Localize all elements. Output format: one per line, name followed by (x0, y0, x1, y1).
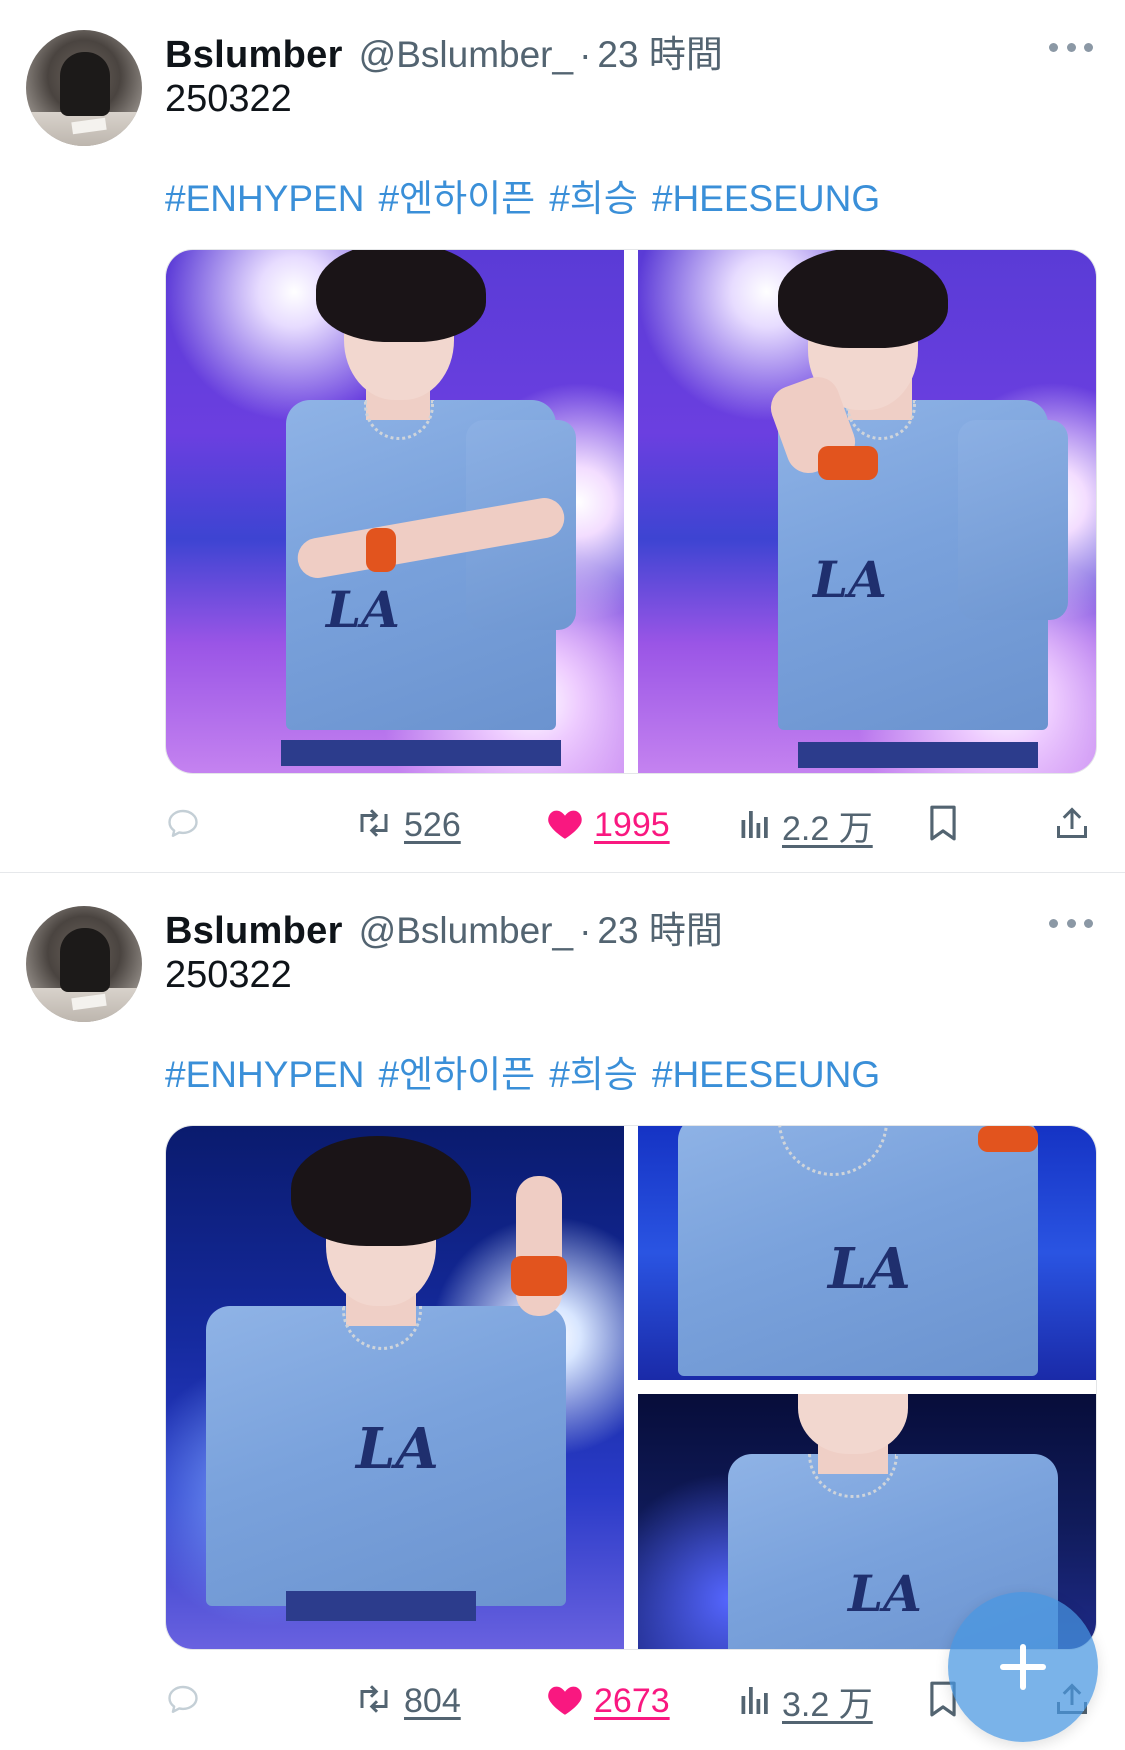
timestamp[interactable]: 23 時間 (597, 900, 722, 954)
retweet-count[interactable]: 804 (404, 1682, 461, 1721)
shirt-print: LA (326, 580, 400, 639)
timestamp[interactable]: 23 時間 (597, 24, 722, 78)
avatar[interactable] (26, 906, 142, 1022)
hashtag-link[interactable]: #ENHYPEN (165, 1052, 364, 1098)
tweet-text: 250322 (165, 78, 292, 120)
retweet-icon (354, 805, 394, 846)
header-separator: · (579, 34, 592, 75)
like-count[interactable]: 1995 (594, 806, 670, 845)
view-count[interactable]: 2.2 万 (782, 801, 873, 850)
timeline-feed: Bslumber @Bslumber_ · 23 時間 250322 #ENHY… (0, 0, 1125, 1750)
hashtag-link[interactable]: #ENHYPEN (165, 176, 364, 222)
tweet[interactable]: Bslumber @Bslumber_ · 23 時間 250322 #ENHY… (0, 876, 1125, 1750)
user-handle[interactable]: @Bslumber_ (359, 910, 573, 952)
more-icon[interactable] (1049, 916, 1093, 930)
tweet-actions: 526 1995 2.2 万 (165, 800, 1095, 850)
media-grid: LA LA (165, 249, 1097, 774)
tweet-header: Bslumber @Bslumber_ · 23 時間 (165, 900, 723, 952)
views-icon (738, 1681, 772, 1722)
bookmark-icon (927, 804, 959, 847)
header-separator: · (579, 910, 592, 951)
retweet-button[interactable]: 526 (354, 800, 461, 850)
tweet-photo[interactable]: LA (638, 1126, 1096, 1380)
like-button[interactable]: 2673 (546, 1676, 670, 1726)
compose-button[interactable] (948, 1592, 1098, 1742)
shirt-print: LA (356, 1416, 439, 1482)
hashtag-list: #ENHYPEN #엔하이픈 #희승 #HEESEUNG (165, 176, 880, 222)
tweet[interactable]: Bslumber @Bslumber_ · 23 時間 250322 #ENHY… (0, 0, 1125, 876)
shirt-print: LA (813, 550, 887, 609)
tweet-photo[interactable]: LA (166, 1126, 624, 1649)
hashtag-link[interactable]: #HEESEUNG (652, 176, 880, 222)
heart-icon (546, 805, 584, 846)
share-icon (1054, 804, 1090, 847)
hashtag-list: #ENHYPEN #엔하이픈 #희승 #HEESEUNG (165, 1052, 880, 1098)
view-count[interactable]: 3.2 万 (782, 1677, 873, 1726)
hashtag-link[interactable]: #HEESEUNG (652, 1052, 880, 1098)
views-icon (738, 805, 772, 846)
divider (0, 872, 1125, 873)
reply-icon (165, 805, 201, 846)
shirt-print: LA (848, 1564, 922, 1623)
tweet-header: Bslumber @Bslumber_ · 23 時間 (165, 24, 723, 76)
reply-icon (165, 1681, 201, 1722)
like-button[interactable]: 1995 (546, 800, 670, 850)
views-button[interactable]: 3.2 万 (738, 1676, 873, 1726)
retweet-icon (354, 1681, 394, 1722)
reply-button[interactable] (165, 800, 201, 850)
display-name[interactable]: Bslumber (165, 34, 343, 77)
shirt-print: LA (828, 1236, 911, 1302)
like-count[interactable]: 2673 (594, 1682, 670, 1721)
retweet-button[interactable]: 804 (354, 1676, 461, 1726)
hashtag-link[interactable]: #희승 (549, 1052, 638, 1098)
reply-button[interactable] (165, 1676, 201, 1726)
retweet-count[interactable]: 526 (404, 806, 461, 845)
display-name[interactable]: Bslumber (165, 910, 343, 953)
tweet-photo[interactable]: LA (638, 250, 1096, 773)
avatar[interactable] (26, 30, 142, 146)
media-grid: LA LA LA (165, 1125, 1097, 1650)
hashtag-link[interactable]: #엔하이픈 (378, 176, 535, 222)
share-button[interactable] (1054, 800, 1090, 850)
bookmark-button[interactable] (927, 800, 959, 850)
tweet-text: 250322 (165, 954, 292, 996)
more-icon[interactable] (1049, 40, 1093, 54)
tweet-photo[interactable]: LA (166, 250, 624, 773)
hashtag-link[interactable]: #희승 (549, 176, 638, 222)
user-handle[interactable]: @Bslumber_ (359, 34, 573, 76)
hashtag-link[interactable]: #엔하이픈 (378, 1052, 535, 1098)
heart-icon (546, 1681, 584, 1722)
views-button[interactable]: 2.2 万 (738, 800, 873, 850)
